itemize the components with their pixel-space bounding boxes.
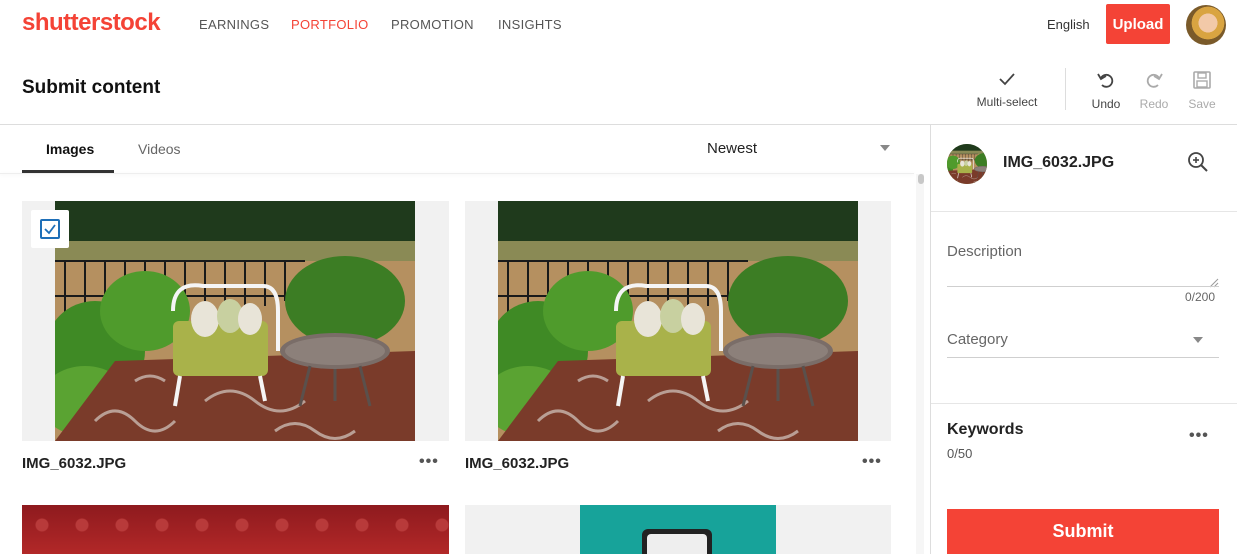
keywords-title: Keywords [947, 421, 1024, 438]
page-title: Submit content [22, 77, 161, 98]
save-icon [1192, 71, 1212, 93]
image-thumbnail[interactable] [55, 201, 415, 441]
nav-insights[interactable]: INSIGHTS [498, 17, 562, 32]
description-underline [947, 286, 1219, 287]
save-label: Save [1188, 97, 1216, 111]
image-card[interactable] [465, 201, 891, 441]
details-panel-border [930, 124, 931, 554]
category-underline [947, 357, 1219, 358]
zoom-in-icon[interactable] [1187, 151, 1209, 178]
upload-button[interactable]: Upload [1106, 4, 1170, 44]
description-field[interactable] [947, 240, 1219, 286]
tabs-divider [0, 173, 914, 174]
multi-select-label: Multi-select [976, 95, 1038, 109]
more-options-icon[interactable]: ••• [862, 453, 882, 471]
keywords-more-icon[interactable]: ••• [1189, 427, 1209, 445]
checkbox-box [40, 219, 60, 239]
sort-selected: Newest [707, 140, 758, 157]
more-options-icon[interactable]: ••• [419, 453, 439, 471]
check-icon [998, 73, 1016, 91]
image-card[interactable] [465, 505, 891, 554]
tab-images[interactable]: Images [46, 141, 94, 157]
redo-icon [1144, 73, 1164, 93]
sort-dropdown[interactable]: Newest [707, 140, 757, 157]
image-filename: IMG_6032.JPG [22, 455, 127, 472]
description-counter: 0/200 [1185, 290, 1216, 304]
keywords-counter: 0/50 [947, 446, 973, 461]
sort-chevron-down-icon[interactable] [880, 145, 890, 151]
image-thumbnail[interactable] [498, 201, 858, 441]
selected-filename: IMG_6032.JPG [1003, 154, 1115, 171]
image-card[interactable] [22, 505, 449, 554]
image-thumbnail[interactable] [580, 505, 776, 554]
nav-earnings[interactable]: EARNINGS [199, 17, 269, 32]
submit-button[interactable]: Submit [947, 509, 1219, 554]
shutterstock-logo[interactable]: shutterstock [22, 9, 161, 37]
avatar[interactable] [1186, 5, 1226, 45]
gallery-scrollbar[interactable] [916, 174, 924, 554]
language-selector[interactable]: English [1047, 17, 1090, 32]
category-chevron-down-icon[interactable] [1193, 337, 1203, 343]
nav-portfolio[interactable]: PORTFOLIO [291, 17, 369, 32]
select-checkbox[interactable] [31, 210, 69, 248]
panel-divider [931, 403, 1237, 404]
toolbar-divider [1065, 68, 1066, 110]
image-filename: IMG_6032.JPG [465, 455, 570, 472]
panel-divider [931, 211, 1237, 212]
multi-select-button[interactable]: Multi-select [975, 70, 1039, 109]
tab-videos[interactable]: Videos [138, 141, 181, 157]
save-button[interactable]: Save [1170, 70, 1234, 111]
device-screen [647, 534, 707, 554]
undo-icon [1096, 73, 1116, 93]
selected-image-thumbnail [947, 144, 987, 184]
category-dropdown[interactable]: Category [947, 331, 1008, 348]
nav-promotion[interactable]: PROMOTION [391, 17, 474, 32]
header-divider [0, 124, 1237, 125]
image-card[interactable] [22, 201, 449, 441]
gallery-scrollbar-thumb[interactable] [918, 174, 924, 184]
